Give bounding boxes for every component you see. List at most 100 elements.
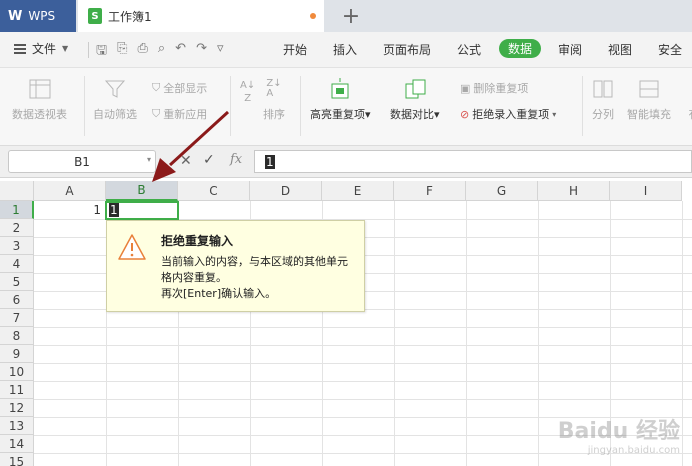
column-header-f[interactable]: F bbox=[394, 181, 466, 201]
formula-input[interactable]: 1 bbox=[254, 150, 692, 173]
reapply-icon: ⛉ bbox=[152, 107, 161, 120]
smart-fill-button[interactable]: 智能填充 bbox=[627, 78, 671, 122]
tab-page-layout[interactable]: 页面布局 bbox=[383, 41, 431, 58]
row-header[interactable]: 8 bbox=[0, 327, 34, 345]
cell-b1-editing[interactable]: 1 bbox=[105, 201, 179, 220]
gridline bbox=[34, 363, 692, 364]
row-header[interactable]: 3 bbox=[0, 237, 34, 255]
ribbon-toolbar: 数据透视表 自动筛选 ⛉ 全部显示 ⛉ 重新应用 A↓ Z Z↓ A 排序 高亮重复… bbox=[0, 68, 692, 146]
pivot-table-icon bbox=[28, 78, 52, 100]
name-box[interactable]: B1 ▾ bbox=[8, 150, 156, 173]
wps-logo-icon: W bbox=[8, 8, 23, 24]
column-header-i[interactable]: I bbox=[610, 181, 682, 201]
show-all-button[interactable]: ⛉ 全部显示 bbox=[152, 80, 207, 96]
row-header[interactable]: 13 bbox=[0, 417, 34, 435]
text-to-columns-label: 分列 bbox=[592, 108, 614, 121]
column-header-c[interactable]: C bbox=[178, 181, 250, 201]
row-header[interactable]: 4 bbox=[0, 255, 34, 273]
data-compare-button[interactable]: 数据对比▾ bbox=[390, 78, 440, 122]
pivot-table-label: 数据透视表 bbox=[12, 108, 67, 121]
split-columns-icon bbox=[591, 78, 615, 100]
highlight-duplicates-label: 高亮重复项▾ bbox=[310, 108, 371, 121]
tab-security[interactable]: 安全 bbox=[658, 41, 682, 58]
redo-icon[interactable]: ↷ bbox=[196, 41, 207, 63]
sort-ascending-icon[interactable]: A↓ Z bbox=[240, 80, 255, 104]
validity-icon bbox=[682, 78, 692, 100]
file-menu[interactable]: 文件 ▼ bbox=[14, 40, 68, 57]
tab-view[interactable]: 视图 bbox=[608, 41, 632, 58]
gridline bbox=[682, 201, 683, 466]
cell-reference: B1 bbox=[74, 154, 90, 169]
tab-data[interactable]: 数据 bbox=[499, 39, 542, 58]
show-all-icon: ⛉ bbox=[152, 81, 161, 94]
column-header-d[interactable]: D bbox=[250, 181, 322, 201]
smart-fill-icon bbox=[637, 78, 661, 100]
gridline bbox=[466, 201, 467, 466]
export-icon[interactable]: ⎘ bbox=[117, 41, 127, 63]
reapply-label: 重新应用 bbox=[163, 108, 208, 121]
chevron-down-icon: ▾ bbox=[552, 109, 557, 119]
cancel-icon[interactable]: ✕ bbox=[180, 153, 192, 169]
tooltip-line: 再次[Enter]确认输入。 bbox=[161, 287, 277, 300]
cell-a1[interactable]: 1 bbox=[34, 201, 106, 220]
confirm-icon[interactable]: ✓ bbox=[203, 152, 215, 168]
column-header-e[interactable]: E bbox=[322, 181, 394, 201]
column-header-g[interactable]: G bbox=[466, 181, 538, 201]
tooltip-title: 拒绝重复输入 bbox=[161, 234, 234, 248]
divider bbox=[88, 42, 89, 58]
reapply-button[interactable]: ⛉ 重新应用 bbox=[152, 106, 207, 122]
reject-duplicates-button[interactable]: ⊘ 拒绝录入重复项 ▾ bbox=[460, 106, 556, 122]
tab-home[interactable]: 开始 bbox=[283, 41, 307, 58]
highlight-duplicates-icon bbox=[328, 78, 352, 100]
gridline bbox=[34, 399, 692, 400]
baidu-watermark: Baidu 经验 jingyan.baidu.com bbox=[558, 413, 680, 456]
tab-review[interactable]: 审阅 bbox=[558, 41, 582, 58]
customize-icon[interactable]: ▿ bbox=[217, 41, 224, 63]
row-header[interactable]: 1 bbox=[0, 201, 34, 219]
gridline bbox=[34, 327, 692, 328]
save-icon[interactable]: 🖫 bbox=[96, 41, 107, 63]
document-title: 工作簿1 bbox=[108, 9, 152, 24]
reject-duplicates-icon: ⊘ bbox=[460, 107, 470, 121]
row-header[interactable]: 11 bbox=[0, 381, 34, 399]
highlight-duplicates-button[interactable]: 高亮重复项▾ bbox=[310, 78, 371, 122]
row-header[interactable]: 10 bbox=[0, 363, 34, 381]
show-all-label: 全部显示 bbox=[163, 82, 208, 95]
duplicate-warning-tooltip: 拒绝重复输入 当前输入的内容，与本区域的其他单元 格内容重复。 再次[Enter… bbox=[106, 220, 365, 312]
select-all-corner[interactable] bbox=[0, 181, 34, 201]
unsaved-indicator bbox=[310, 13, 316, 19]
filter-icon bbox=[103, 78, 127, 100]
tooltip-body: 当前输入的内容，与本区域的其他单元 格内容重复。 再次[Enter]确认输入。 bbox=[161, 254, 366, 302]
new-tab-button[interactable]: + bbox=[340, 3, 362, 29]
tab-formula[interactable]: 公式 bbox=[457, 41, 481, 58]
wps-home-tab[interactable]: W WPS bbox=[0, 0, 76, 32]
column-header-h[interactable]: H bbox=[538, 181, 610, 201]
row-header[interactable]: 6 bbox=[0, 291, 34, 309]
insert-function-icon[interactable]: fx bbox=[230, 152, 242, 167]
row-header[interactable]: 14 bbox=[0, 435, 34, 453]
reject-duplicates-label: 拒绝录入重复项 bbox=[472, 108, 550, 121]
autofilter-button[interactable]: 自动筛选 bbox=[93, 78, 137, 122]
tab-insert[interactable]: 插入 bbox=[333, 41, 357, 58]
column-header-a[interactable]: A bbox=[34, 181, 106, 201]
pivot-table-button[interactable]: 数据透视表 bbox=[12, 78, 67, 122]
row-header[interactable]: 2 bbox=[0, 219, 34, 237]
text-to-columns-button[interactable]: 分列 bbox=[591, 78, 615, 122]
row-header[interactable]: 7 bbox=[0, 309, 34, 327]
document-tab[interactable]: S 工作簿1 bbox=[78, 0, 324, 32]
row-header[interactable]: 12 bbox=[0, 399, 34, 417]
data-compare-label: 数据对比▾ bbox=[390, 108, 440, 121]
validity-button[interactable]: 有 bbox=[682, 78, 692, 122]
column-header-b[interactable]: B bbox=[106, 181, 178, 201]
print-icon[interactable]: ⎙ bbox=[137, 41, 147, 63]
row-header[interactable]: 15 bbox=[0, 453, 34, 466]
sort-button[interactable]: Z↓ A 排序 bbox=[262, 78, 286, 122]
autofilter-label: 自动筛选 bbox=[93, 108, 137, 121]
remove-duplicates-button[interactable]: ▣ 删除重复项 bbox=[460, 80, 528, 96]
gridline bbox=[34, 381, 692, 382]
row-header[interactable]: 5 bbox=[0, 273, 34, 291]
warning-icon bbox=[118, 234, 146, 260]
row-header[interactable]: 9 bbox=[0, 345, 34, 363]
print-preview-icon[interactable]: ⌕ bbox=[158, 41, 165, 63]
undo-icon[interactable]: ↶ bbox=[175, 41, 186, 63]
